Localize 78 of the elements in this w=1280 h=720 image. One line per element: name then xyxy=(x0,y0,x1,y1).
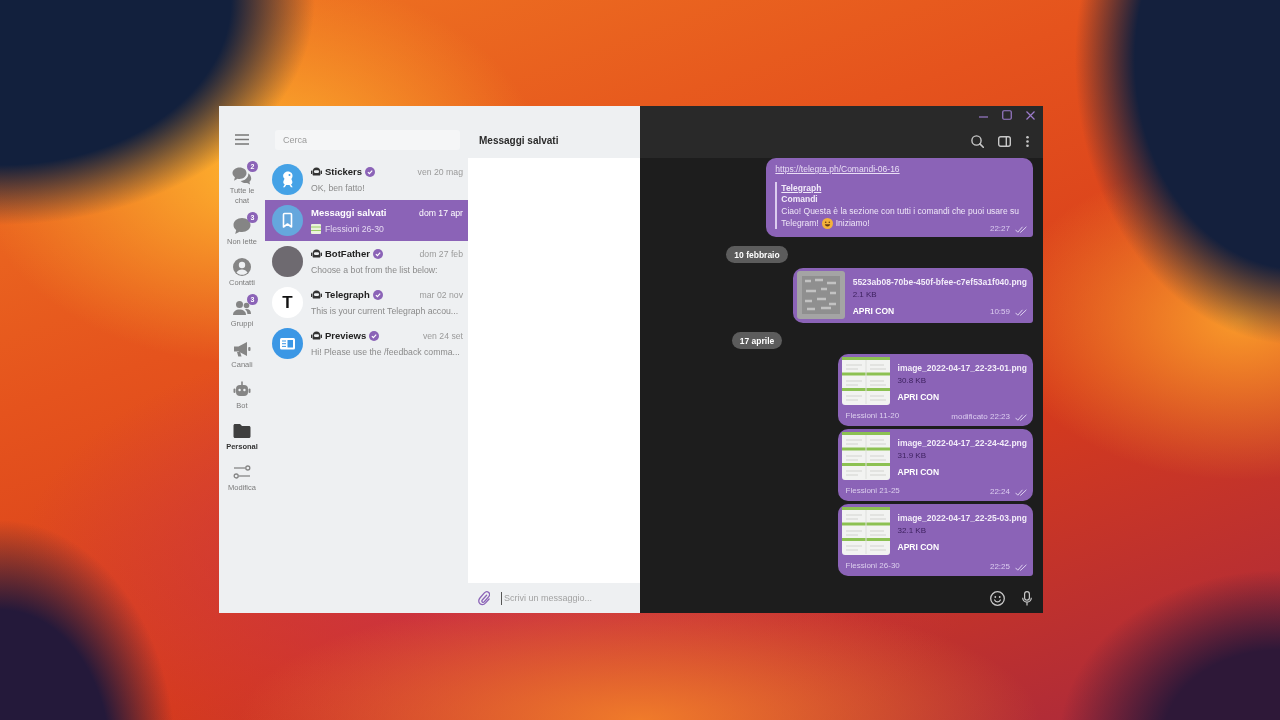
file-caption: Flessioni 26-30 xyxy=(845,560,900,572)
letter-avatar: T xyxy=(272,287,303,318)
document-avatar-icon xyxy=(272,328,303,359)
file-size: 30.8 KB xyxy=(897,375,927,387)
preview-title: Comandi xyxy=(781,194,818,205)
message-time: 22:27 xyxy=(989,224,1010,234)
date-pill: 10 febbraio xyxy=(726,246,788,263)
open-with-link[interactable]: APRI CON xyxy=(897,541,940,553)
bird-avatar-icon xyxy=(272,164,303,195)
open-with-link[interactable]: APRI CON xyxy=(852,305,895,317)
chat-name: Telegraph xyxy=(325,288,370,301)
chat-bubble-icon xyxy=(232,216,252,236)
message-input[interactable]: Scrivi un messaggio... xyxy=(501,591,629,605)
file-size: 2.1 KB xyxy=(852,289,878,301)
close-icon[interactable] xyxy=(1025,110,1035,120)
date-pill: 17 aprile xyxy=(731,332,783,349)
chat-name: Stickers xyxy=(325,165,362,178)
chat-row[interactable]: Messaggi salvati dom 17 apr Flessioni 26-30 xyxy=(265,200,468,241)
more-icon[interactable] xyxy=(1025,135,1029,147)
sliders-icon xyxy=(232,462,252,482)
chat-row[interactable]: T Telegraph mar 02 nov This is your current Telegraph accou... xyxy=(265,282,468,323)
profile-photo xyxy=(272,246,303,277)
sidebar-toggle-icon[interactable] xyxy=(997,135,1011,147)
chat-preview: OK, ben fatto! xyxy=(311,181,365,194)
chat-preview: Hi! Please use the /feedback comma... xyxy=(311,345,460,358)
chat-row[interactable]: Stickers ven 20 mag OK, ben fatto! xyxy=(265,159,468,200)
chat-name: Messaggi salvati xyxy=(311,206,387,219)
people-icon xyxy=(232,298,252,318)
file-name: image_2022-04-17_22-24-42.png xyxy=(897,437,1027,449)
image-thumbnail xyxy=(841,507,890,555)
folder-icon xyxy=(232,421,252,441)
chat-preview: Choose a bot from the list below: xyxy=(311,263,438,276)
file-size: 32.1 KB xyxy=(897,525,927,537)
file-name: image_2022-04-17_22-23-01.png xyxy=(897,362,1027,374)
open-with-link[interactable]: APRI CON xyxy=(897,391,940,403)
smiley-icon[interactable] xyxy=(989,590,1005,606)
minimize-icon[interactable] xyxy=(978,116,988,118)
open-with-link[interactable]: APRI CON xyxy=(897,466,940,478)
chat-preview: This is your current Telegraph accou... xyxy=(311,304,459,317)
message-time: 22:25 xyxy=(989,562,1010,572)
chat-bubbles-icon xyxy=(232,165,252,185)
chat-preview: Flessioni 26-30 xyxy=(325,222,384,235)
microphone-icon[interactable] xyxy=(1022,590,1032,606)
chat-time: ven 24 set xyxy=(422,329,463,342)
link[interactable]: https://telegra.ph/Comandi-06-16 xyxy=(775,163,900,175)
file-caption: Flessioni 11-20 xyxy=(845,410,900,422)
file-name: image_2022-04-17_22-25-03.png xyxy=(897,512,1027,524)
file-name: 5523ab08-70be-450f-bfee-c7ef53a1f040.png xyxy=(852,276,1027,288)
preview-text: Telegram! xyxy=(781,217,819,229)
grinning-emoji-icon xyxy=(821,217,833,229)
search-icon[interactable] xyxy=(970,134,984,148)
image-thumbnail xyxy=(841,432,890,480)
preview-site-link[interactable]: Telegraph xyxy=(781,182,822,194)
image-thumbnail xyxy=(796,271,845,319)
message-time: modificato 22:23 xyxy=(951,412,1010,422)
chat-time: ven 20 mag xyxy=(417,165,463,178)
message-time: 22:24 xyxy=(989,487,1010,497)
file-caption: Flessioni 21-25 xyxy=(845,485,900,497)
chat-title: Messaggi salvati xyxy=(479,134,559,146)
chat-name: Previews xyxy=(325,329,367,342)
chat-row[interactable]: BotFather dom 27 feb Choose a bot from the list below: xyxy=(265,241,468,282)
search-field[interactable]: Cerca xyxy=(275,130,460,150)
chat-time: dom 27 feb xyxy=(419,247,463,260)
chat-row[interactable]: Previews ven 24 set Hi! Please use the /feedback comma... xyxy=(265,323,468,364)
preview-text: Ciao! Questa è la sezione con tutti i comandi che puoi usare su xyxy=(781,205,1019,217)
menu-icon[interactable] xyxy=(235,134,249,145)
chat-time: dom 17 apr xyxy=(419,206,463,219)
chat-time: mar 02 nov xyxy=(419,288,463,301)
person-icon xyxy=(232,257,252,277)
maximize-icon[interactable] xyxy=(1002,110,1012,120)
chat-name: BotFather xyxy=(325,247,370,260)
bookmark-avatar-icon xyxy=(272,205,303,236)
preview-text: Iniziamo! xyxy=(835,217,870,229)
file-size: 31.9 KB xyxy=(897,450,927,462)
megaphone-icon xyxy=(232,339,252,359)
paperclip-icon[interactable] xyxy=(478,590,490,606)
message-time: 10:59 xyxy=(989,307,1010,317)
image-thumbnail xyxy=(841,357,890,405)
